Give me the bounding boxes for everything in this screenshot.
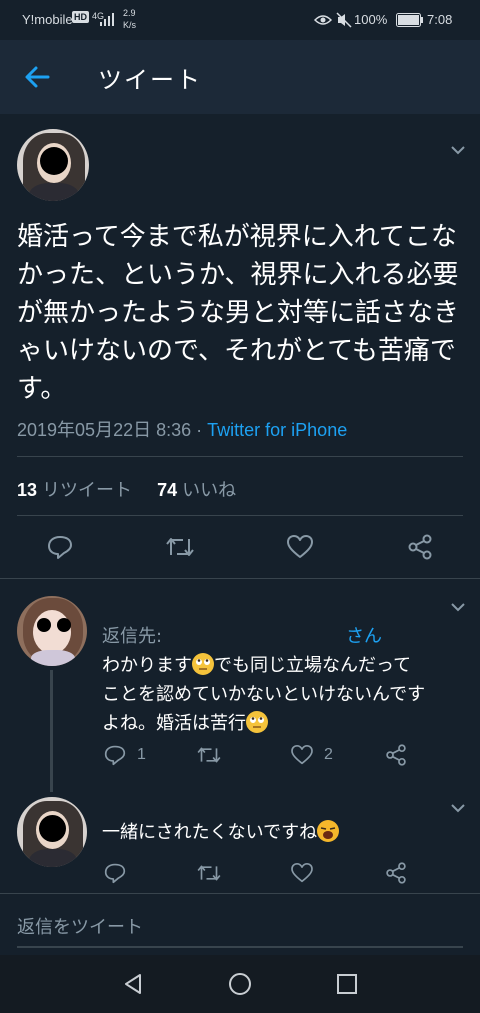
reply-to-user[interactable]: さん: [346, 622, 382, 648]
face-mask: [40, 147, 68, 175]
divider: [17, 456, 463, 457]
nav-home-icon[interactable]: [228, 972, 252, 996]
speed-value: 2.9: [123, 8, 136, 18]
reply1-reply-count: 1: [137, 746, 146, 763]
meta-separator: ·: [196, 420, 203, 440]
carrier-label: Y!mobile: [22, 12, 73, 27]
reply1-text-part: よね。婚活は苦行: [102, 713, 246, 734]
tweet-date: 2019年05月22日 8:36: [17, 420, 192, 440]
tweet-counts: 13 リツイート 74 いいね: [17, 476, 236, 502]
reply1-text-part: でも同じ立場なんだって: [214, 655, 412, 676]
hd-badge: HD: [72, 11, 89, 23]
reply1-avatar[interactable]: [17, 596, 87, 666]
battery-icon: [396, 13, 423, 27]
tweet-meta: 2019年05月22日 8:36 · Twitter for iPhone: [17, 416, 347, 442]
share-icon[interactable]: [407, 534, 433, 560]
battery-percent: 100%: [354, 12, 388, 27]
reply2-avatar[interactable]: [17, 797, 87, 867]
chevron-down-icon[interactable]: [450, 602, 466, 612]
reply-icon[interactable]: [47, 534, 73, 560]
retweet-icon[interactable]: [165, 535, 195, 559]
mute-icon: [336, 12, 352, 28]
signal-icon: [100, 13, 114, 26]
heart-icon[interactable]: [287, 535, 313, 559]
reply-to-label: 返信先:: [102, 626, 163, 647]
back-arrow-icon[interactable]: [22, 62, 52, 92]
heart-icon[interactable]: [291, 863, 313, 883]
reply1-text-part: わかります: [102, 655, 192, 676]
eye-roll-emoji-icon: [246, 711, 268, 733]
nav-back-icon[interactable]: [122, 972, 144, 996]
like-count: 74: [157, 480, 178, 500]
retweet-icon[interactable]: [196, 863, 222, 883]
like-label: いいね: [182, 480, 237, 500]
input-underline: [17, 946, 463, 948]
reply2-text: 一緒にされたくないですね: [102, 818, 472, 847]
chevron-down-icon[interactable]: [450, 145, 466, 155]
share-icon[interactable]: [385, 744, 407, 766]
reply-composer[interactable]: 返信をツイート: [0, 893, 480, 955]
clock: 7:08: [427, 12, 453, 27]
face-mask: [57, 618, 71, 632]
heart-icon[interactable]: [291, 745, 313, 765]
system-nav-bar: [0, 955, 480, 1013]
reply1-text: わかります でも同じ立場なんだって ことを認めていかないといけないんです よね。婚…: [102, 651, 472, 738]
retweet-icon[interactable]: [196, 745, 222, 765]
eye-icon: [314, 15, 332, 25]
retweet-stat[interactable]: 13 リツイート: [17, 480, 132, 500]
share-icon[interactable]: [385, 862, 407, 884]
author-avatar[interactable]: [17, 129, 89, 201]
divider: [17, 515, 463, 516]
reply-icon[interactable]: [104, 862, 126, 884]
nav-recents-icon[interactable]: [336, 973, 358, 995]
face-mask: [37, 618, 51, 632]
reply-icon[interactable]: [104, 744, 126, 766]
chevron-down-icon[interactable]: [450, 803, 466, 813]
divider: [0, 893, 480, 894]
reply1-text-part: ことを認めていかないといけないんです: [102, 684, 426, 705]
top-app-bar: ツイート: [0, 40, 480, 114]
speed-unit: K/s: [123, 20, 137, 30]
tweet-text: 婚活って今まで私が視界に入れてこなかった、というか、視界に入れる必要が無かったよ…: [17, 222, 460, 404]
divider: [0, 578, 480, 579]
reply2-text-content: 一緒にされたくないですね: [102, 822, 318, 843]
like-stat[interactable]: 74 いいね: [157, 480, 236, 500]
page-title: ツイート: [98, 66, 202, 94]
status-bar: Y!mobile HD 4G 2.9 K/s 100% 7:08: [0, 0, 480, 40]
face-mask: [39, 815, 66, 842]
weary-face-emoji-icon: [317, 820, 340, 842]
retweet-label: リツイート: [42, 480, 133, 500]
retweet-count: 13: [17, 480, 38, 500]
reply1-like-count: 2: [324, 746, 333, 763]
tweet-source[interactable]: Twitter for iPhone: [207, 420, 347, 440]
eye-roll-emoji-icon: [192, 653, 214, 675]
reply-input-placeholder[interactable]: 返信をツイート: [17, 913, 143, 939]
thread-line: [50, 670, 53, 792]
